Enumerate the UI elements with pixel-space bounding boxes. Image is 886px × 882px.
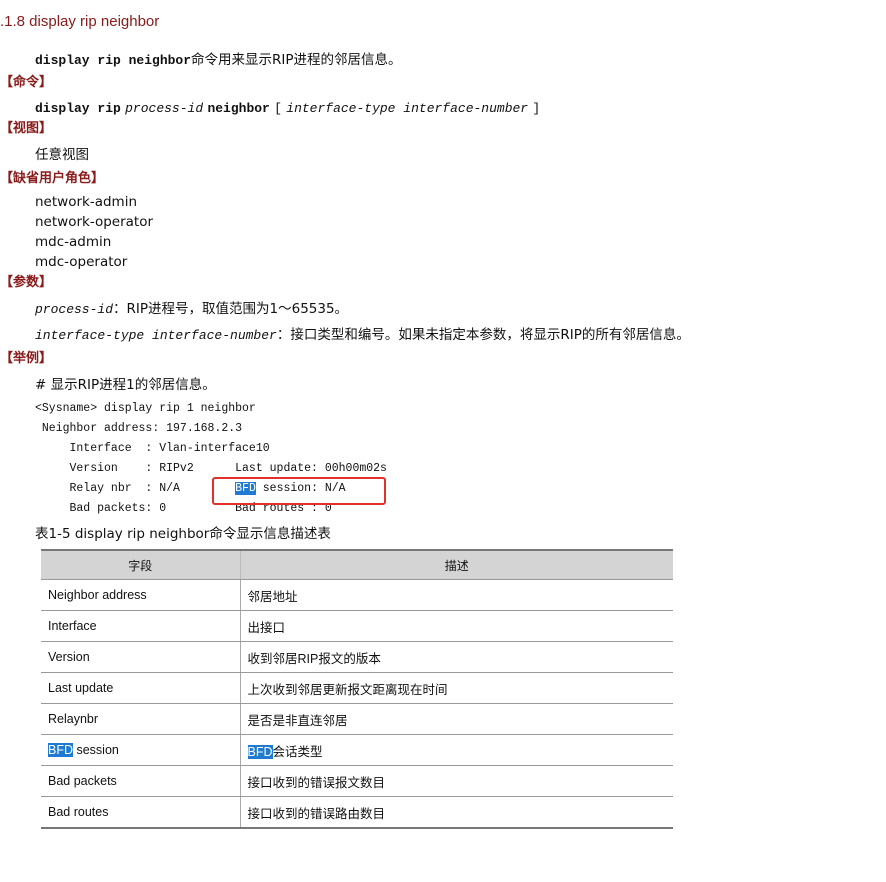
table-cell-desc: 出接口: [239, 610, 673, 642]
role-item: network-operator: [35, 214, 154, 230]
intro-command: display rip neighbor: [35, 53, 192, 68]
syntax-keyword-neighbor: neighbor: [207, 101, 270, 116]
code-line: Interface : Vlan-interface10: [35, 442, 270, 455]
code-line: Version : RIPv2 Last update: 00h00m02s: [35, 462, 387, 475]
table-cell-desc: BFD会话类型: [239, 734, 673, 766]
syntax-keyword: display rip: [35, 101, 121, 116]
table-row: Version 收到邻居RIP报文的版本: [41, 641, 673, 673]
command-syntax: display rip process-id neighbor [ interf…: [35, 99, 540, 118]
param-name: interface-type interface-number: [35, 328, 277, 343]
table-header-field: 字段: [41, 549, 240, 580]
bfd-highlight: BFD: [48, 743, 73, 757]
syntax-bracket-open: [: [274, 101, 282, 116]
table-row: Bad routes 接口收到的错误路由数目: [41, 796, 673, 829]
table-cell-desc: 是否是非直连邻居: [239, 703, 673, 735]
table-row: Bad packets 接口收到的错误报文数目: [41, 765, 673, 797]
table-cell-field: Relaynbr: [41, 703, 240, 735]
table-cell-desc: 收到邻居RIP报文的版本: [239, 641, 673, 673]
param-desc: ：RIP进程号，取值范围为1～65535。: [113, 301, 349, 317]
table-cell-field: Version: [41, 641, 240, 673]
param-name: process-id: [35, 302, 114, 317]
description-table: 字段 描述 Neighbor address 邻居地址 Interface 出接…: [41, 549, 673, 829]
code-line: Neighbor address: 197.168.2.3: [35, 422, 243, 435]
table-cell-field: Neighbor address: [41, 579, 240, 611]
table-cell-field: Interface: [41, 610, 240, 642]
syntax-bracket-close: ]: [532, 101, 541, 116]
heading-example: 【举例】: [0, 351, 53, 366]
param-process-id: process-id：RIP进程号，取值范围为1～65535。: [35, 300, 348, 319]
heading-view: 【视图】: [0, 121, 53, 136]
table-caption: 表1-5 display rip neighbor命令显示信息描述表: [35, 526, 331, 542]
example-caption: # 显示RIP进程1的邻居信息。: [35, 377, 216, 393]
table-cell-field: Last update: [41, 672, 240, 704]
syntax-arg-process-id: process-id: [125, 101, 204, 116]
table-row: Relaynbr 是否是非直连邻居: [41, 703, 673, 735]
syntax-arg-interface: interface-type interface-number: [286, 101, 529, 116]
table-cell-desc: 邻居地址: [239, 579, 673, 611]
role-item: network-admin: [35, 194, 137, 210]
bfd-highlight: BFD: [247, 744, 273, 759]
role-item: mdc-admin: [35, 234, 112, 250]
table-cell-desc: 上次收到邻居更新报文距离现在时间: [239, 672, 673, 704]
table-row: Neighbor address 邻居地址: [41, 579, 673, 611]
table-row: Last update 上次收到邻居更新报文距离现在时间: [41, 672, 673, 704]
table-header-desc: 描述: [239, 549, 673, 580]
section-title: .1.8 display rip neighbor: [0, 13, 160, 30]
param-desc: ：接口类型和编号。如果未指定本参数，将显示RIP的所有邻居信息。: [276, 327, 690, 343]
code-segment: Relay nbr : N/A: [35, 482, 236, 495]
annotation-box: [212, 477, 386, 505]
heading-command: 【命令】: [0, 75, 53, 90]
role-item: mdc-operator: [35, 254, 128, 270]
code-line: <Sysname> display rip 1 neighbor: [35, 402, 256, 415]
table-cell-field: Bad routes: [41, 796, 240, 829]
heading-role: 【缺省用户角色】: [0, 171, 105, 186]
table-row: Interface 出接口: [41, 610, 673, 642]
table-cell-desc: 接口收到的错误路由数目: [239, 796, 673, 829]
table-cell-desc: 接口收到的错误报文数目: [239, 765, 673, 797]
param-interface: interface-type interface-number：接口类型和编号。…: [35, 326, 690, 345]
heading-params: 【参数】: [0, 275, 53, 290]
intro-text: 命令用来显示RIP进程的邻居信息。: [191, 52, 402, 68]
table-row: BFD session BFD会话类型: [41, 734, 673, 766]
desc-text: 会话类型: [272, 744, 323, 759]
intro-line: display rip neighbor命令用来显示RIP进程的邻居信息。: [35, 51, 402, 70]
table-cell-field: Bad packets: [41, 765, 240, 797]
view-text: 任意视图: [35, 147, 89, 163]
field-text: session: [73, 743, 119, 757]
table-header-row: 字段 描述: [41, 549, 673, 580]
table-cell-field: BFD session: [41, 734, 240, 766]
